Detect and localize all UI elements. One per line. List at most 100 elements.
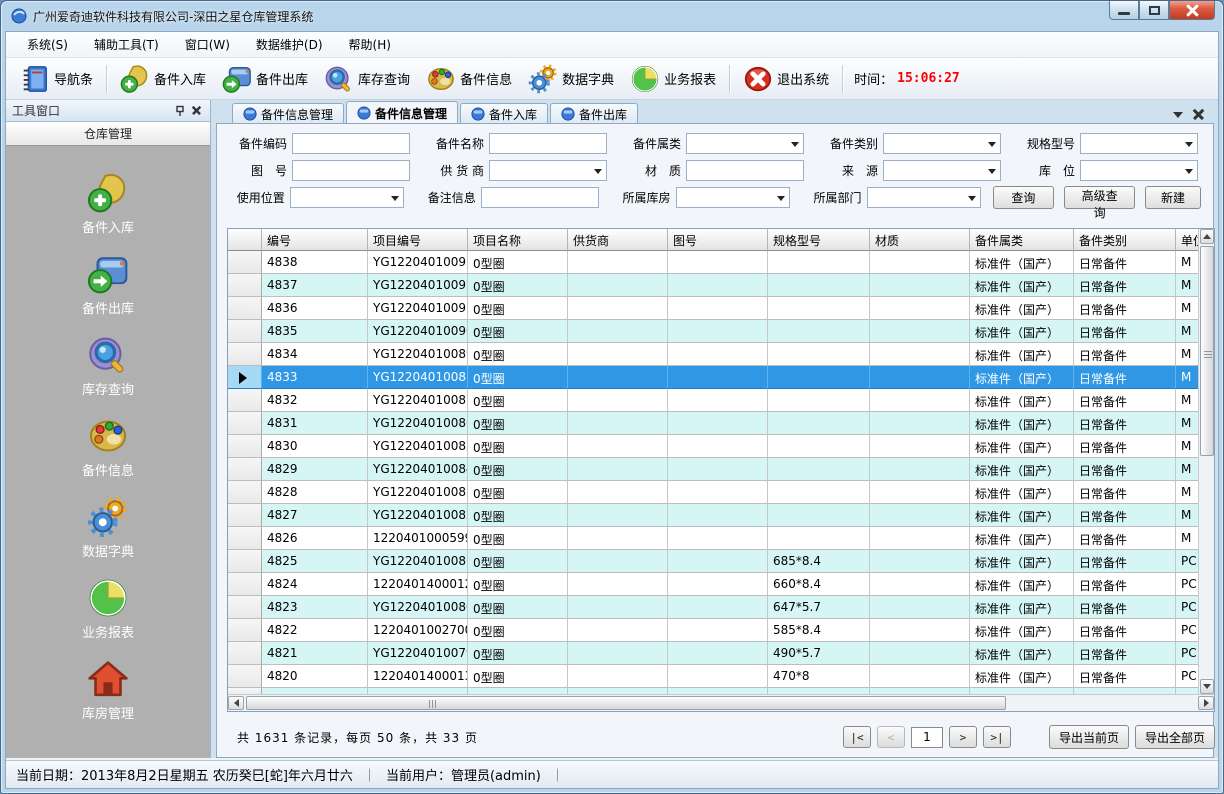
pin-icon[interactable] [172,103,188,119]
export-current-page-button[interactable]: 导出当前页 [1049,725,1129,749]
menu-item[interactable]: 帮助(H) [336,32,404,57]
export-all-pages-button[interactable]: 导出全部页 [1135,725,1215,749]
vertical-scroll-thumb[interactable] [1200,246,1214,456]
table-row[interactable]: 4823YG122040100800型圈647*5.7标准件（国产）日常备件PC [228,596,1198,619]
sidebar-item-parts-info[interactable]: 备件信息 [48,411,168,483]
scroll-right-button[interactable] [1198,696,1214,710]
maximize-button[interactable] [1139,1,1169,20]
tab-3[interactable]: 备件入库 [460,103,548,124]
column-header[interactable]: 项目名称 [468,229,568,251]
prev-page-button[interactable]: < [877,726,905,748]
table-row[interactable]: 4828YG122040100830型圈标准件（国产）日常备件M [228,481,1198,504]
row-selector[interactable] [228,665,262,688]
table-row[interactable]: 4830YG122040100850型圈标准件（国产）日常备件M [228,435,1198,458]
tab-2[interactable]: 备件信息管理 [346,101,458,124]
field-select[interactable] [1080,160,1198,181]
toolbar-button-report[interactable]: 业务报表 [622,61,724,97]
table-row[interactable]: 4827YG122040100820型圈标准件（国产）日常备件M [228,504,1198,527]
menu-item[interactable]: 辅助工具(T) [81,32,172,57]
field-input[interactable] [686,160,804,181]
toolbar-button-data-dict[interactable]: 数据字典 [520,61,622,97]
toolbar-button-inventory-query[interactable]: 库存查询 [316,61,418,97]
column-header[interactable]: 规格型号 [768,229,870,251]
vertical-scrollbar[interactable] [1198,229,1214,694]
scroll-down-button[interactable] [1200,679,1214,694]
field-input[interactable] [481,187,599,208]
column-header[interactable]: 备件类别 [1074,229,1176,251]
row-selector[interactable] [228,366,262,389]
column-header[interactable]: 供货商 [568,229,668,251]
tab-close-icon[interactable] [1193,109,1204,120]
sidebar-item-data-dict[interactable]: 数据字典 [48,492,168,564]
menu-item[interactable]: 系统(S) [14,32,81,57]
column-header[interactable]: 单位 [1176,229,1198,251]
sidebar-close-icon[interactable] [188,103,204,119]
horizontal-scrollbar[interactable] [228,694,1214,711]
last-page-button[interactable]: >| [983,726,1011,748]
sidebar-item-report[interactable]: 业务报表 [48,573,168,645]
new-button[interactable]: 新建 [1145,186,1201,209]
column-header[interactable]: 图号 [668,229,768,251]
sidebar-group-header[interactable]: 仓库管理 [6,122,210,146]
table-row[interactable]: 4833YG122040100880型圈标准件（国产）日常备件M [228,366,1198,389]
field-select[interactable] [686,133,804,154]
advanced-query-button[interactable]: 高级查询 [1064,186,1135,209]
toolbar-button-exit[interactable]: 退出系统 [735,61,837,97]
field-select[interactable] [883,133,1001,154]
minimize-button[interactable] [1109,1,1139,20]
table-row[interactable]: 482212204010027000型圈585*8.4标准件（国产）日常备件PC [228,619,1198,642]
field-select[interactable] [489,160,607,181]
field-select[interactable] [290,187,404,208]
field-select[interactable] [883,160,1001,181]
field-select[interactable] [1080,133,1198,154]
table-row[interactable]: 4832YG122040100870型圈标准件（国产）日常备件M [228,389,1198,412]
next-page-button[interactable]: > [949,726,977,748]
table-row[interactable]: 4831YG122040100860型圈标准件（国产）日常备件M [228,412,1198,435]
row-selector[interactable] [228,343,262,366]
toolbar-button-navbar[interactable]: 导航条 [12,61,101,97]
row-selector[interactable] [228,596,262,619]
tab-dropdown-icon[interactable] [1173,112,1183,118]
page-number-input[interactable] [911,727,943,748]
column-header[interactable]: 材质 [870,229,970,251]
row-selector[interactable] [228,297,262,320]
row-selector[interactable] [228,435,262,458]
scroll-up-button[interactable] [1200,229,1214,244]
table-row[interactable]: 4838YG122040100930型圈标准件（国产）日常备件M [228,251,1198,274]
row-selector[interactable] [228,527,262,550]
column-header[interactable]: 备件属类 [970,229,1074,251]
toolbar-button-parts-out[interactable]: 备件出库 [214,61,316,97]
table-row[interactable]: 4825YG122040100810型圈685*8.4标准件（国产）日常备件PC [228,550,1198,573]
toolbar-button-parts-info[interactable]: 备件信息 [418,61,520,97]
row-selector[interactable] [228,481,262,504]
tab-1[interactable]: 备件信息管理 [232,103,344,124]
table-row[interactable]: 4834YG122040100890型圈标准件（国产）日常备件M [228,343,1198,366]
row-selector[interactable] [228,320,262,343]
sidebar-item-parts-out[interactable]: 备件出库 [48,249,168,321]
field-input[interactable] [292,133,410,154]
field-select[interactable] [867,187,981,208]
row-selector[interactable] [228,389,262,412]
table-row[interactable]: 4836YG122040100910型圈标准件（国产）日常备件M [228,297,1198,320]
table-row[interactable]: 4837YG122040100920型圈标准件（国产）日常备件M [228,274,1198,297]
row-selector[interactable] [228,642,262,665]
row-selector[interactable] [228,458,262,481]
row-selector[interactable] [228,251,262,274]
table-row[interactable]: 4829YG122040100840型圈标准件（国产）日常备件M [228,458,1198,481]
first-page-button[interactable]: |< [843,726,871,748]
sidebar-item-parts-in[interactable]: 备件入库 [48,168,168,240]
menu-item[interactable]: 数据维护(D) [243,32,336,57]
sidebar-item-inventory-query[interactable]: 库存查询 [48,330,168,402]
table-row[interactable]: 482012204014000130型圈470*8标准件（国产）日常备件PC [228,665,1198,688]
scroll-left-button[interactable] [228,696,244,710]
row-selector[interactable] [228,412,262,435]
table-row[interactable]: 4835YG122040100900型圈标准件（国产）日常备件M [228,320,1198,343]
sidebar-item-warehouse[interactable]: 库房管理 [48,654,168,726]
field-input[interactable] [489,133,607,154]
row-selector[interactable] [228,550,262,573]
field-select[interactable] [676,187,790,208]
row-selector[interactable] [228,504,262,527]
field-input[interactable] [292,160,410,181]
menu-item[interactable]: 窗口(W) [172,32,243,57]
tab-4[interactable]: 备件出库 [550,103,638,124]
